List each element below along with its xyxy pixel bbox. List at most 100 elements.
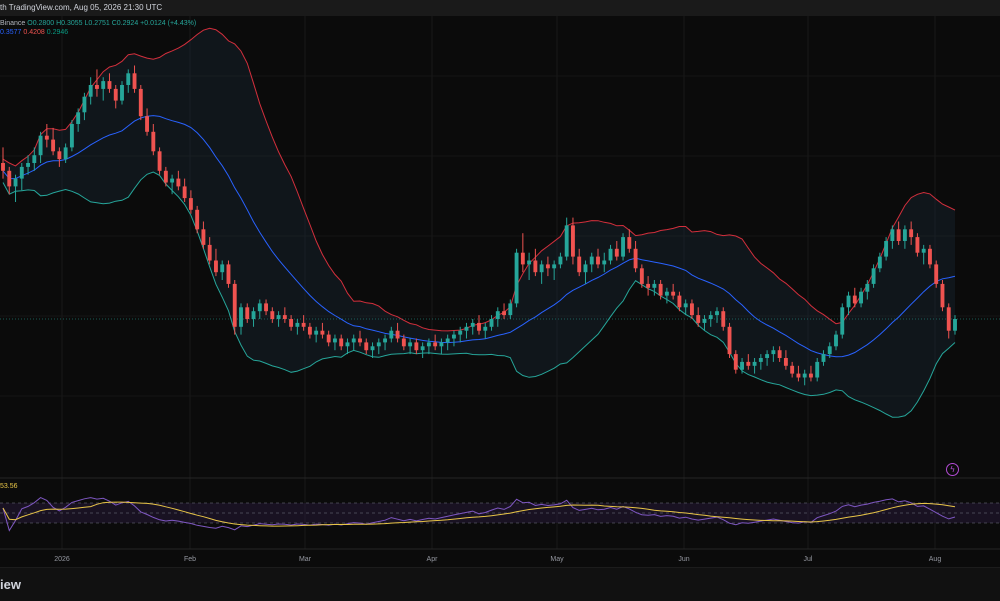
candle-body [19, 166, 24, 179]
candle-body [821, 354, 826, 362]
candle-body [758, 358, 763, 362]
candle-body [614, 248, 619, 257]
candle-body [408, 342, 413, 347]
candle-body [602, 260, 607, 265]
candle-body [289, 319, 294, 327]
candle-body [884, 241, 889, 257]
candle-body [314, 330, 319, 335]
close-value: C0.2924 [111, 20, 139, 27]
candle-body [88, 85, 93, 97]
candle-body [533, 260, 538, 273]
candle-body [577, 256, 582, 273]
x-tick-label: Feb [184, 556, 196, 563]
candle-body [301, 322, 306, 327]
candle-body [765, 354, 770, 358]
footer-bar: iew [0, 567, 1000, 601]
change-value: +0.0124 (+4.43%) [140, 20, 197, 27]
candle-body [207, 244, 212, 261]
candle-body [7, 170, 12, 187]
candle-body [639, 268, 644, 284]
candle-body [871, 268, 876, 284]
candle-body [69, 124, 74, 148]
x-tick-label: Jun [678, 556, 689, 563]
candle-body [564, 225, 569, 257]
candle-body [345, 342, 350, 347]
candle-body [370, 346, 375, 351]
candle-body [445, 338, 450, 343]
candle-body [752, 361, 757, 366]
candle-body [151, 131, 156, 152]
x-tick-label: May [550, 556, 564, 563]
candle-body [470, 322, 475, 327]
candle-body [276, 315, 281, 319]
candle-body [652, 283, 657, 288]
candle-body [44, 135, 49, 140]
candle-body [364, 342, 369, 351]
candle-body [245, 307, 250, 319]
candle-body [702, 319, 707, 323]
candle-body [439, 342, 444, 347]
candle-body [63, 147, 68, 160]
price-chart[interactable]: 2026 Feb Mar Apr May Jun Jul Aug [0, 16, 1000, 567]
candle-body [946, 307, 951, 331]
candle-body [389, 330, 394, 339]
candle-body [251, 311, 256, 319]
candle-body [902, 229, 907, 241]
candle-body [558, 256, 563, 265]
candle-body [677, 295, 682, 308]
candle-body [113, 88, 118, 101]
candle-body [220, 264, 225, 273]
candle-body [671, 291, 676, 296]
candle-body [414, 342, 419, 351]
candle-body [934, 264, 939, 284]
candle-body [815, 361, 820, 378]
rsi-pane [0, 477, 1000, 532]
candle-body [188, 198, 193, 210]
candle-body [82, 96, 87, 113]
candle-body [608, 248, 613, 261]
candle-body [771, 350, 776, 355]
low-value: L0.2751 [84, 20, 110, 27]
candle-body [552, 264, 557, 269]
published-info: th TradingView.com, Aug 05, 2026 21:30 U… [0, 3, 163, 12]
candle-body [201, 229, 206, 245]
candle-body [458, 330, 463, 335]
candle-body [107, 81, 112, 89]
candle-body [464, 326, 469, 331]
candle-body [646, 283, 651, 288]
candle-body [896, 229, 901, 241]
candle-body [846, 295, 851, 308]
candle-body [214, 260, 218, 273]
candle-body [495, 311, 500, 319]
candle-body [426, 342, 431, 347]
candle-body [282, 315, 287, 319]
candle-body [195, 209, 200, 230]
candle-body [138, 88, 143, 117]
candle-body [909, 229, 914, 238]
x-tick-label: 2026 [54, 556, 70, 563]
candle-body [326, 334, 331, 343]
candle-body [696, 315, 701, 323]
candle-body [508, 303, 513, 316]
candle-body [715, 311, 719, 316]
candle-body [859, 291, 863, 304]
candle-body [307, 326, 312, 335]
candle-body [721, 311, 726, 327]
candle-body [257, 303, 262, 312]
bb-lower-value: 0.4208 [23, 29, 45, 36]
candle-body [270, 311, 275, 319]
candle-body [683, 303, 688, 308]
candle-body [95, 85, 99, 89]
candle-body [596, 256, 600, 265]
candle-body [802, 373, 807, 378]
candle-body [796, 373, 801, 378]
candle-body [539, 264, 544, 273]
candle-body [664, 291, 669, 296]
bb-fill [3, 28, 955, 418]
candle-body [395, 330, 400, 339]
lightning-bolt-icon[interactable]: ϟ [946, 463, 959, 476]
candle-body [520, 252, 525, 265]
candle-body [132, 73, 137, 89]
candle-body [840, 307, 845, 335]
candle-body [433, 342, 438, 347]
